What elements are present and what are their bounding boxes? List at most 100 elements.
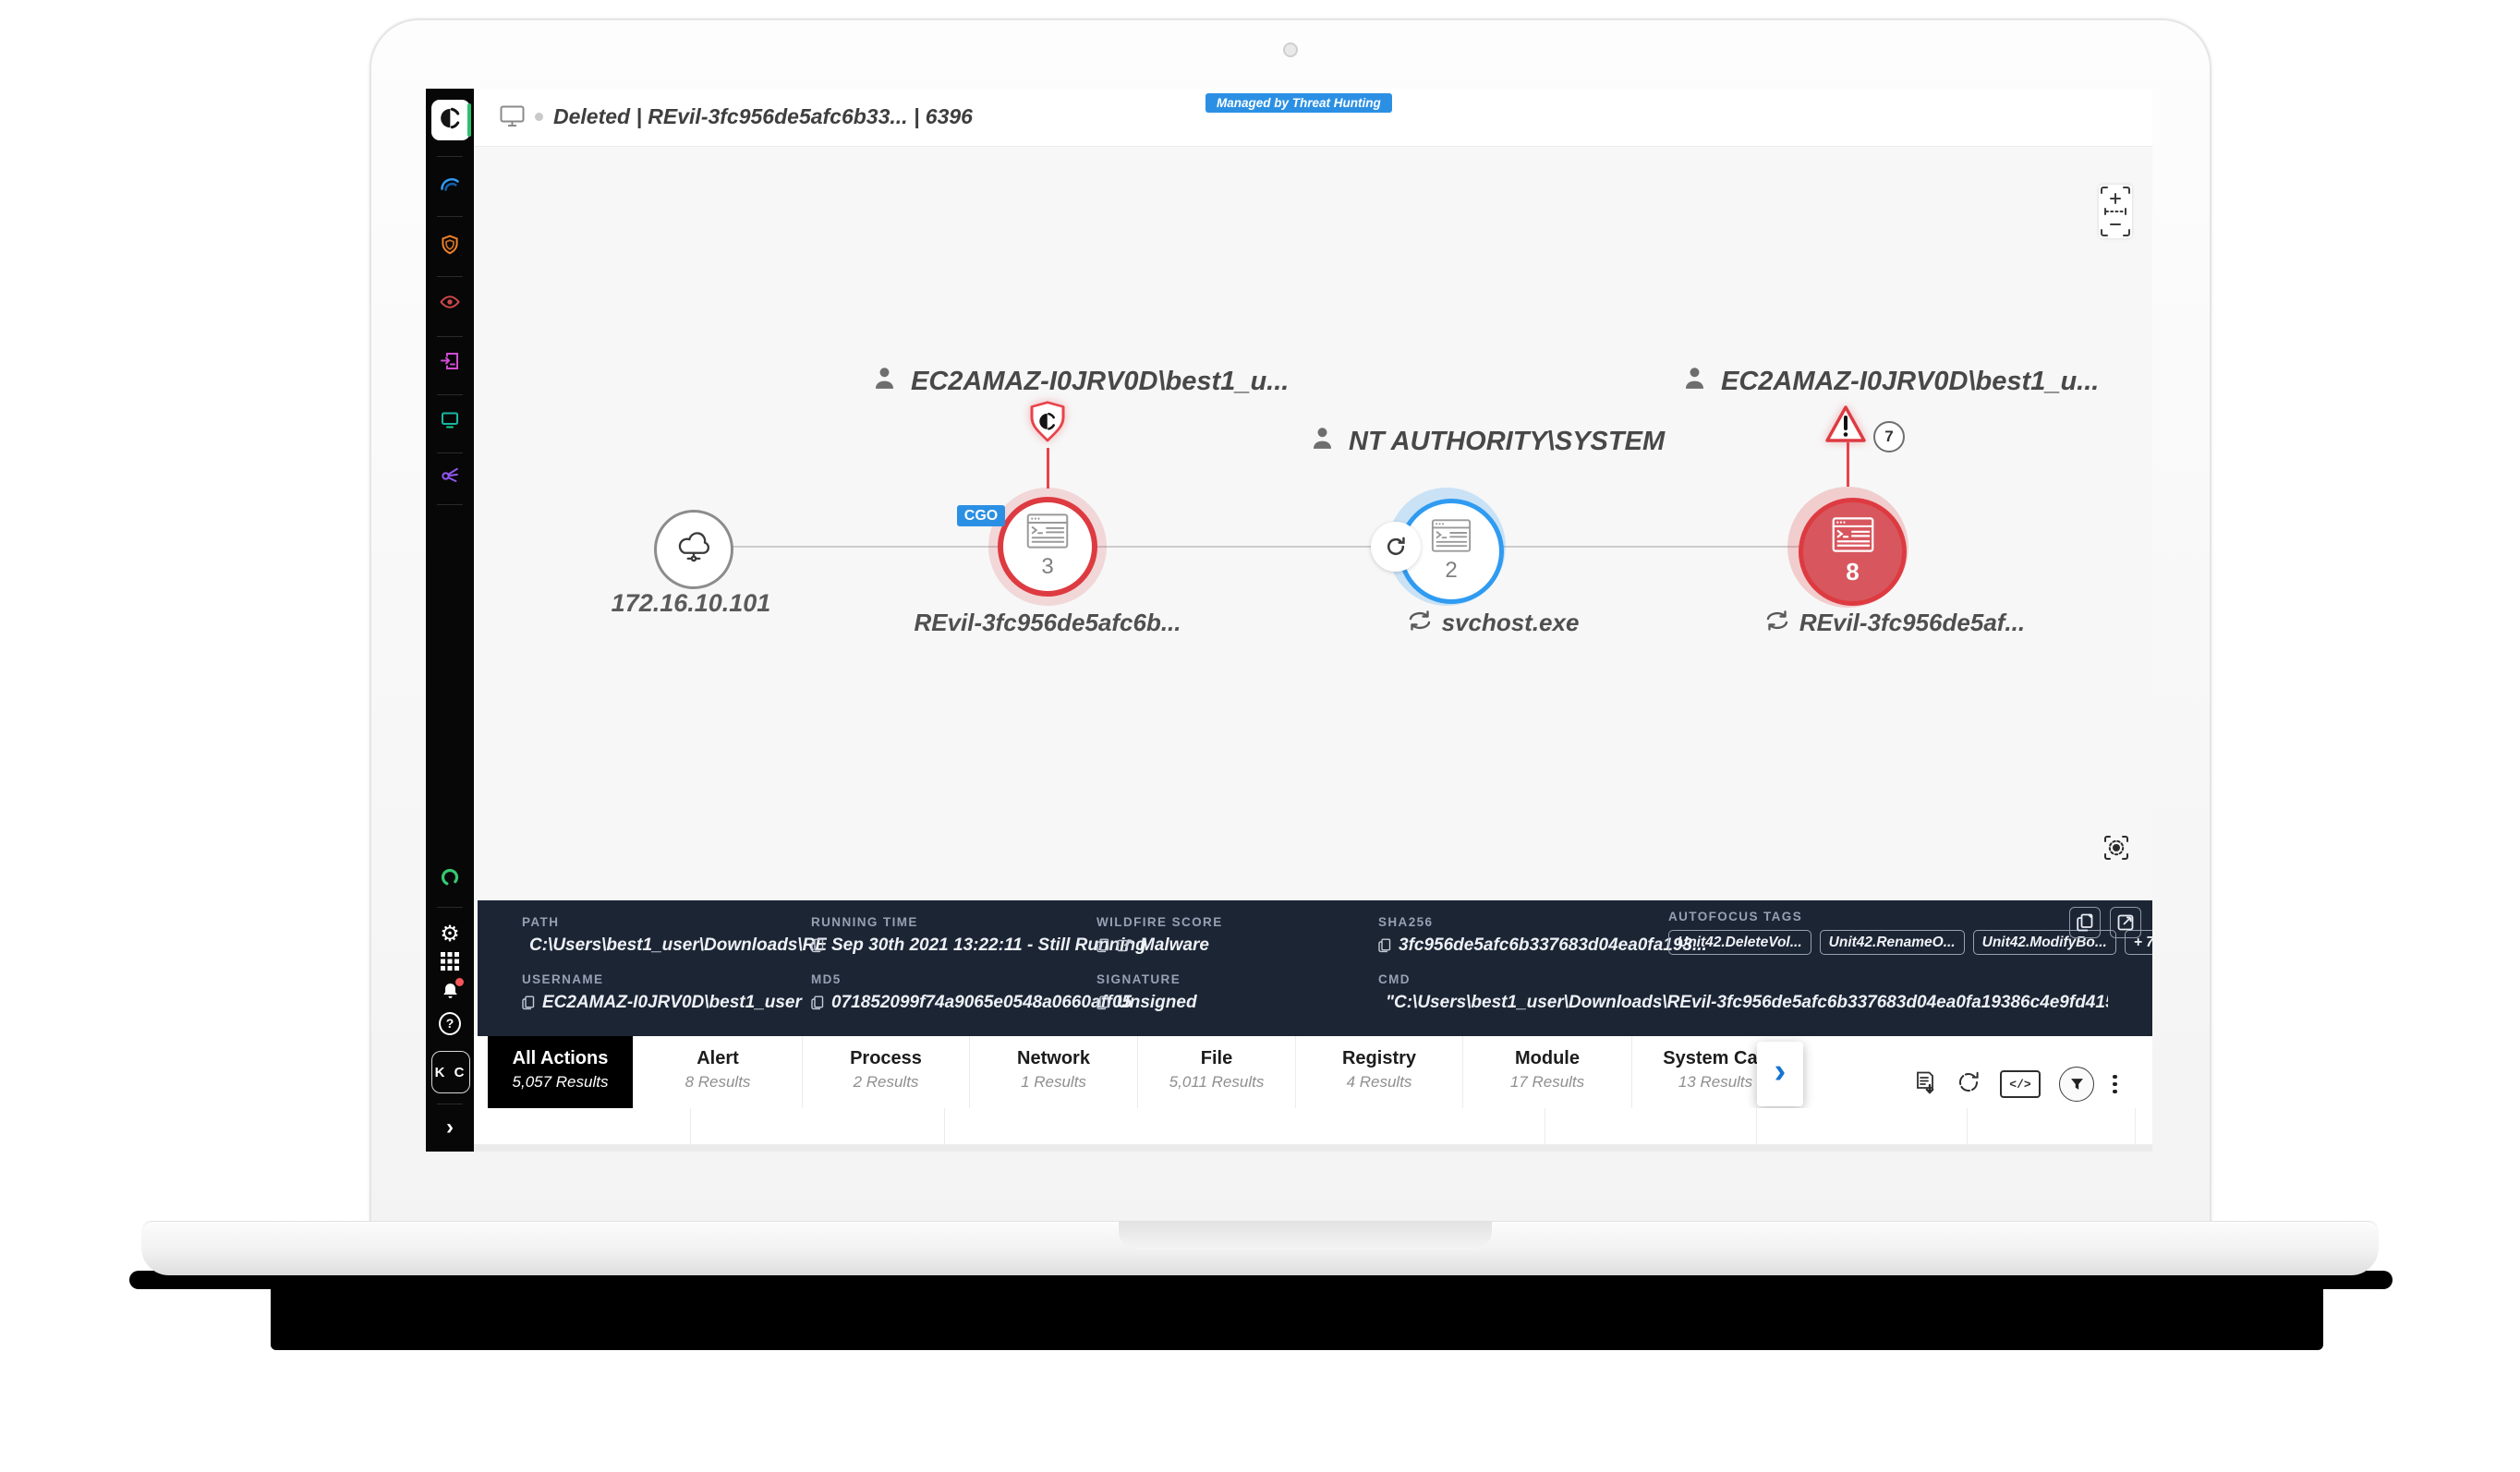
user-name: EC2AMAZ-I0JRV0D\best1_u... bbox=[1721, 367, 2099, 397]
external-link-icon bbox=[2117, 914, 2134, 931]
notifications-bell-icon bbox=[440, 981, 461, 1002]
copy-all-button[interactable] bbox=[2069, 907, 2101, 938]
node-revil-user: EC2AMAZ-I0JRV0D\best1_u... bbox=[1683, 366, 2099, 398]
field-value: EC2AMAZ-I0JRV0D\best1_user bbox=[542, 993, 802, 1013]
export-table-button[interactable] bbox=[1913, 1069, 1937, 1100]
action-count: 8 bbox=[1846, 558, 1859, 586]
wildfire-report-icon[interactable] bbox=[1117, 938, 1133, 953]
user-name: NT AUTHORITY\SYSTEM bbox=[1349, 427, 1665, 457]
sidebar-item-document[interactable] bbox=[439, 352, 461, 374]
eye-icon bbox=[439, 291, 461, 318]
tab-registry[interactable]: Registry 4 Results bbox=[1296, 1036, 1463, 1108]
tabs-next-button[interactable]: › bbox=[1757, 1042, 1803, 1106]
chevron-right-icon: › bbox=[1775, 1052, 1787, 1092]
tab-all-actions[interactable]: All Actions 5,057 Results bbox=[488, 1036, 634, 1108]
laptop-shadow-block bbox=[271, 1284, 2323, 1350]
tab-label: Module bbox=[1463, 1048, 1631, 1069]
cycle-arrows-icon bbox=[1764, 609, 1790, 637]
column-divider bbox=[2135, 1108, 2136, 1144]
field-value: Malware bbox=[1140, 935, 1209, 956]
zoom-in-icon bbox=[2111, 194, 2120, 203]
tab-process[interactable]: Process 2 Results bbox=[803, 1036, 970, 1108]
sidebar-item-shield[interactable] bbox=[439, 235, 461, 258]
sidebar-item-help[interactable]: ? bbox=[439, 1012, 461, 1034]
user-avatar[interactable]: K C bbox=[431, 1051, 470, 1093]
copy-icon[interactable] bbox=[811, 995, 824, 1010]
tab-network[interactable]: Network 1 Results bbox=[970, 1036, 1138, 1108]
managed-by-threat-hunting-badge: Managed by Threat Hunting bbox=[1205, 93, 1392, 113]
status-dot bbox=[535, 113, 543, 121]
sidebar-item-arcs[interactable] bbox=[439, 175, 461, 198]
sidebar-divider bbox=[437, 276, 463, 277]
endpoint-monitor-icon bbox=[500, 105, 525, 132]
open-external-button[interactable] bbox=[2110, 907, 2141, 938]
host-ip: 172.16.10.101 bbox=[612, 589, 771, 618]
filter-button[interactable] bbox=[2059, 1067, 2094, 1102]
node-svchost-user: NT AUTHORITY\SYSTEM bbox=[1311, 426, 1665, 458]
sidebar-item-monitor[interactable] bbox=[439, 410, 461, 432]
copy-icon[interactable] bbox=[1096, 938, 1109, 953]
field-username: USERNAME EC2AMAZ-I0JRV0D\best1_user bbox=[522, 972, 802, 1013]
alert-count-badge[interactable]: 7 bbox=[1873, 421, 1905, 452]
process-injection-badge[interactable] bbox=[1371, 522, 1421, 572]
autofocus-tag[interactable]: Unit42.DeleteVol... bbox=[1668, 930, 1811, 955]
query-code-button[interactable]: </> bbox=[2000, 1070, 2041, 1098]
user-icon bbox=[1311, 426, 1334, 458]
graph-center-focus-button[interactable] bbox=[2102, 834, 2130, 862]
action-count: 3 bbox=[1041, 554, 1053, 580]
field-label: CMD bbox=[1378, 972, 2108, 986]
tab-module[interactable]: Module 17 Results bbox=[1463, 1036, 1632, 1108]
node-remote-host[interactable] bbox=[654, 510, 733, 589]
notification-dot bbox=[455, 978, 464, 986]
laptop-base-notch bbox=[1119, 1222, 1492, 1249]
tab-label: Registry bbox=[1296, 1048, 1462, 1069]
node-revil-process[interactable]: 8 bbox=[1799, 498, 1907, 606]
column-divider bbox=[1756, 1108, 1757, 1144]
sidebar-item-status[interactable] bbox=[439, 868, 461, 890]
copy-icon[interactable] bbox=[811, 938, 824, 953]
tab-alert[interactable]: Alert 8 Results bbox=[634, 1036, 803, 1108]
sidebar-divider bbox=[437, 336, 463, 337]
sidebar-item-apps[interactable] bbox=[439, 952, 461, 974]
process-details-panel: PATH C:\Users\best1_user\Downloads\REvil… bbox=[478, 900, 2152, 1036]
alert-triangle-badge[interactable] bbox=[1824, 404, 1867, 448]
document-export-icon bbox=[439, 350, 461, 377]
sidebar-divider bbox=[437, 216, 463, 217]
sidebar-item-cortex-home[interactable] bbox=[431, 100, 470, 140]
prevention-shield-badge[interactable] bbox=[1026, 401, 1069, 453]
sidebar-item-eye[interactable] bbox=[439, 293, 461, 315]
tab-label: Network bbox=[970, 1048, 1137, 1069]
copy-icon[interactable] bbox=[522, 995, 535, 1010]
code-icon: </> bbox=[2009, 1078, 2030, 1092]
copy-icon[interactable] bbox=[1378, 938, 1391, 953]
terminal-monitor-icon bbox=[439, 408, 461, 435]
tab-results: 1 Results bbox=[970, 1073, 1137, 1092]
sidebar-expand-button[interactable]: › bbox=[439, 1116, 461, 1139]
node-revil-label[interactable]: REvil-3fc956de5af... bbox=[1756, 609, 2033, 637]
table-toolbar: </> bbox=[1913, 1067, 2117, 1102]
tab-file[interactable]: File 5,011 Results bbox=[1138, 1036, 1296, 1108]
refresh-button[interactable] bbox=[1956, 1069, 1981, 1100]
node-cgo-process[interactable]: 3 bbox=[998, 497, 1097, 597]
graph-zoom-control[interactable] bbox=[2099, 185, 2132, 238]
sidebar-item-settings[interactable]: ⚙ bbox=[439, 923, 461, 945]
tab-results: 2 Results bbox=[803, 1073, 969, 1092]
process-title: Deleted | REvil-3fc956de5afc6b33... | 63… bbox=[553, 104, 973, 129]
tabs-container: All Actions 5,057 Results Alert 8 Result… bbox=[488, 1036, 1799, 1108]
field-sha256: SHA256 3fc956de5afc6b337683d04ea0fa193..… bbox=[1378, 915, 1707, 956]
copy-icon[interactable] bbox=[1096, 995, 1109, 1010]
action-count: 2 bbox=[1445, 558, 1457, 584]
sidebar-item-notifications[interactable] bbox=[439, 980, 461, 1002]
signal-arcs-icon bbox=[439, 174, 461, 200]
status-ring-icon bbox=[439, 866, 461, 893]
sidebar-item-broadcast[interactable] bbox=[439, 464, 461, 486]
node-remote-host-label: 172.16.10.101 bbox=[571, 589, 811, 618]
help-icon: ? bbox=[439, 1012, 461, 1035]
node-cgo-label[interactable]: REvil-3fc956de5afc6b... bbox=[909, 609, 1186, 637]
field-label: WILDFIRE SCORE bbox=[1096, 915, 1223, 929]
laptop-webcam bbox=[1283, 42, 1298, 57]
node-svchost-label[interactable]: svchost.exe bbox=[1354, 609, 1631, 637]
field-cmd: CMD "C:\Users\best1_user\Downloads\REvil… bbox=[1378, 972, 2108, 1013]
more-options-button[interactable] bbox=[2113, 1071, 2117, 1097]
autofocus-tag[interactable]: Unit42.RenameO... bbox=[1820, 930, 1965, 955]
